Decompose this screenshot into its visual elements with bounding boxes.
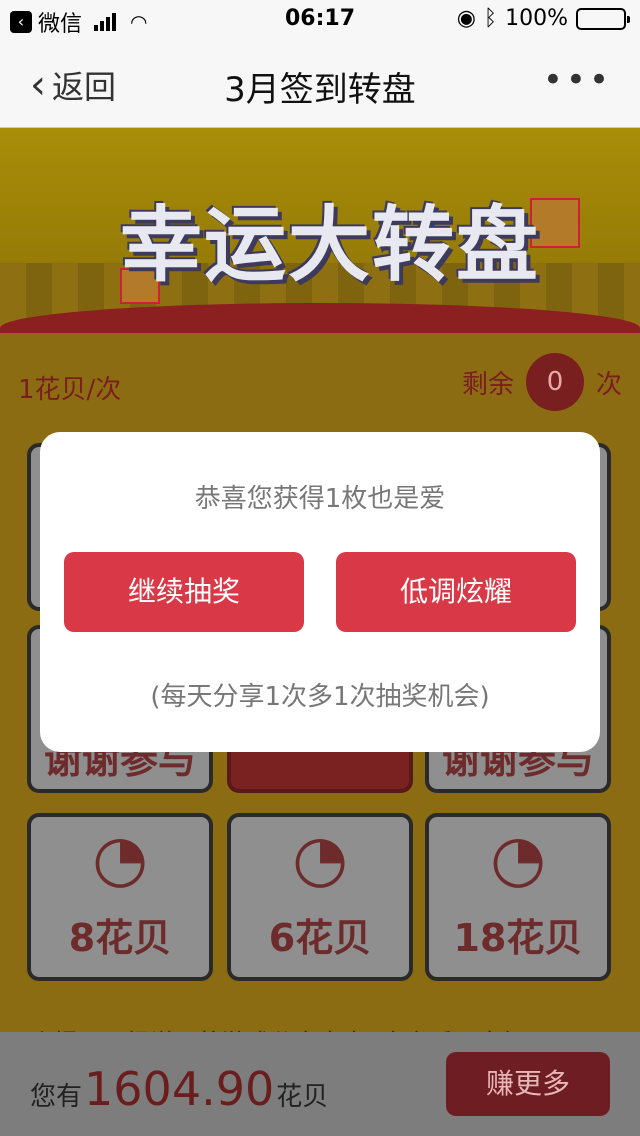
battery-percent: 100% bbox=[505, 6, 568, 31]
continue-draw-button[interactable]: 继续抽奖 bbox=[64, 552, 304, 632]
status-right: ◉ ᛒ 100% bbox=[456, 6, 630, 31]
bluetooth-icon: ᛒ bbox=[483, 6, 498, 31]
battery-icon bbox=[576, 7, 630, 30]
status-bar: ‹ 微信 ◠ 06:17 ◉ ᛒ 100% bbox=[0, 0, 640, 40]
modal-message: 恭喜您获得1枚也是爱 bbox=[194, 484, 446, 514]
result-modal: 恭喜您获得1枚也是爱 继续抽奖 低调炫耀 (每天分享1次多1次抽奖机会) bbox=[40, 432, 600, 752]
nav-bar: ‹ 返回 3月签到转盘 ••• bbox=[0, 40, 640, 128]
share-button[interactable]: 低调炫耀 bbox=[336, 552, 576, 632]
more-options-button[interactable]: ••• bbox=[543, 60, 612, 100]
modal-note: (每天分享1次多1次抽奖机会) bbox=[150, 682, 490, 712]
orientation-lock-icon: ◉ bbox=[456, 6, 476, 31]
